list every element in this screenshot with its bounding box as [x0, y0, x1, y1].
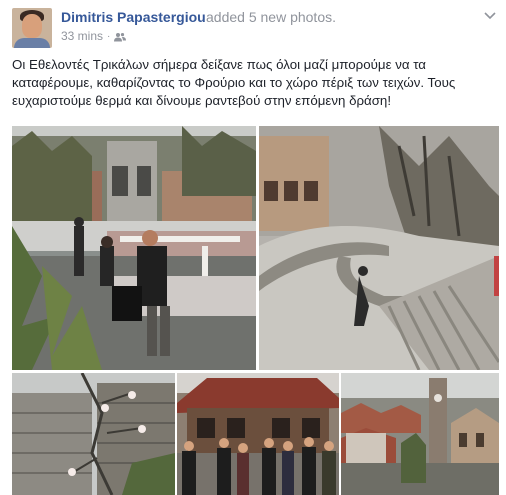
author-avatar[interactable] [12, 8, 52, 48]
post-timestamp[interactable]: 33 mins [61, 29, 103, 43]
photo-4[interactable] [177, 373, 339, 495]
avatar-face [22, 14, 42, 38]
friends-icon[interactable] [114, 31, 127, 42]
photo-5[interactable] [341, 373, 499, 495]
avatar-shirt [14, 38, 50, 48]
author-name-link[interactable]: Dimitris Papastergiou [61, 9, 206, 26]
facebook-post: Dimitris Papastergiou added 5 new photos… [0, 0, 506, 495]
photo-2[interactable] [259, 126, 499, 370]
post-meta: 33 mins · [61, 28, 127, 44]
photo-3[interactable] [12, 373, 175, 495]
meta-separator: · [107, 30, 111, 42]
post-text: Οι Εθελοντές Τρικάλων σήμερα δείξανε πως… [12, 57, 456, 108]
chevron-down-icon[interactable] [482, 8, 498, 24]
post-action-text: added 5 new photos. [206, 9, 336, 25]
photo-1[interactable] [12, 126, 256, 370]
